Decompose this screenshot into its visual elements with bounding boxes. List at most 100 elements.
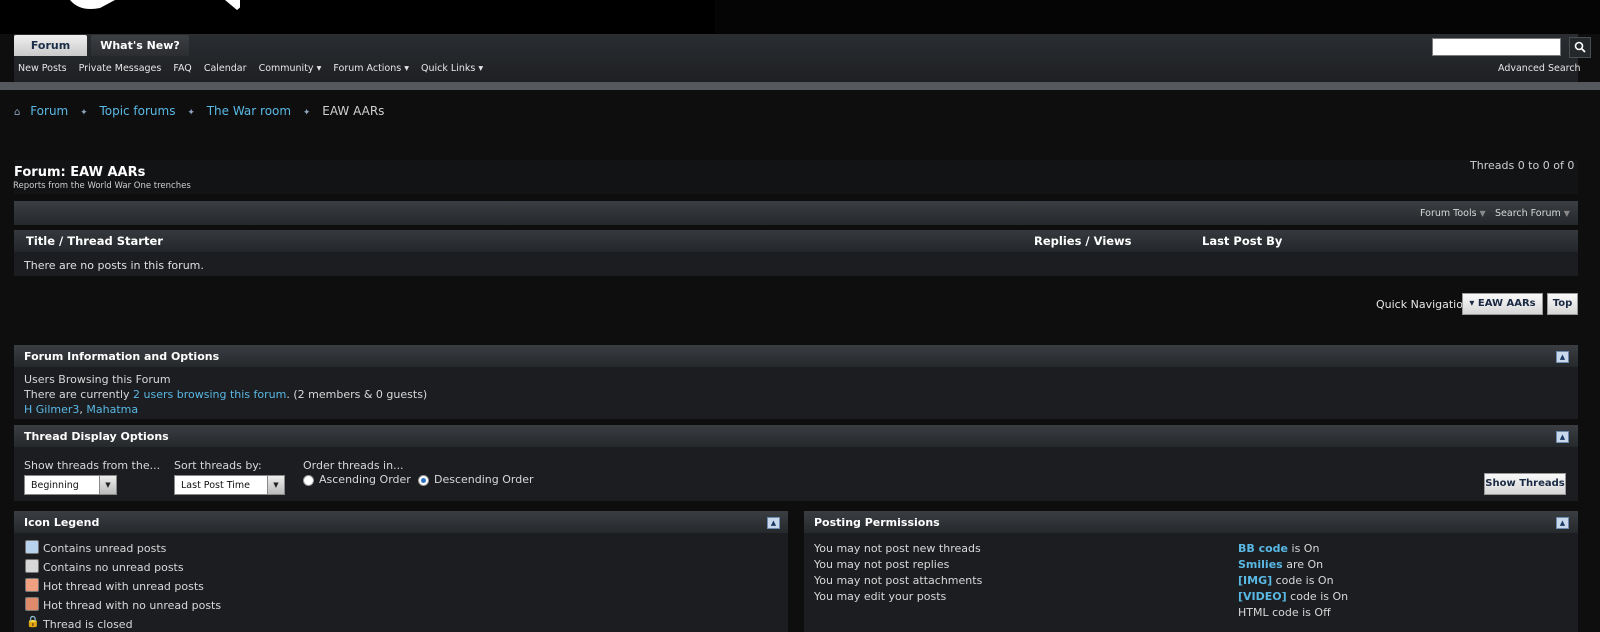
legend-item: Contains unread posts bbox=[43, 542, 167, 555]
descending-order-radio[interactable] bbox=[418, 475, 429, 486]
breadcrumb-forum[interactable]: Forum bbox=[30, 104, 68, 118]
ascending-order-label: Ascending Order bbox=[319, 473, 411, 486]
users-browsing-link[interactable]: 2 users browsing this forum bbox=[133, 388, 286, 401]
advanced-search-link[interactable]: Advanced Search bbox=[1498, 63, 1581, 74]
collapse-icon[interactable]: ▲ bbox=[1556, 351, 1569, 363]
permission-rule: You may not post attachments bbox=[814, 574, 983, 587]
column-replies-views[interactable]: Replies / Views bbox=[1034, 234, 1132, 248]
online-users: H Gilmer3, Mahatma bbox=[24, 403, 139, 416]
descending-order-label: Descending Order bbox=[434, 473, 534, 486]
order-threads-label: Order threads in... bbox=[303, 459, 404, 472]
legend-item: Thread is closed bbox=[43, 618, 133, 631]
forum-info-header bbox=[14, 345, 1578, 367]
page-title: Forum: EAW AARs bbox=[14, 165, 146, 180]
user-link[interactable]: H Gilmer3 bbox=[24, 403, 79, 416]
breadcrumb-separator-icon: ✦ bbox=[302, 108, 311, 118]
legend-item: Hot thread with unread posts bbox=[43, 580, 204, 593]
sort-threads-label: Sort threads by: bbox=[174, 459, 262, 472]
show-threads-from-select[interactable]: Beginning ▼ bbox=[24, 475, 117, 495]
unread-posts-icon bbox=[25, 540, 39, 554]
lock-icon: 🔒 bbox=[26, 615, 40, 628]
show-threads-from-label: Show threads from the... bbox=[24, 459, 161, 472]
search-icon[interactable] bbox=[1569, 37, 1591, 58]
column-last-post[interactable]: Last Post By bbox=[1202, 234, 1282, 248]
icon-legend-title: Icon Legend bbox=[24, 516, 100, 529]
breadcrumb-war-room[interactable]: The War room bbox=[207, 104, 291, 118]
forum-tools-label: Forum Tools bbox=[1420, 208, 1477, 219]
users-browsing-prefix: There are currently bbox=[24, 388, 134, 401]
ascending-order-radio[interactable] bbox=[303, 475, 314, 486]
permission-rule: You may not post new threads bbox=[814, 542, 981, 555]
breadcrumb: ⌂ Forum ✦ Topic forums ✦ The War room ✦ … bbox=[14, 104, 384, 118]
chevron-down-icon: ▼ bbox=[267, 476, 284, 494]
collapse-icon[interactable]: ▲ bbox=[1556, 517, 1569, 529]
legend-item: Hot thread with no unread posts bbox=[43, 599, 222, 612]
breadcrumb-separator-icon: ✦ bbox=[80, 108, 88, 118]
tab-whats-new[interactable]: What's New? bbox=[91, 35, 189, 56]
html-permission: HTML code is Off bbox=[1238, 606, 1331, 619]
chevron-down-icon: ▼ bbox=[99, 476, 116, 494]
sort-threads-value: Last Post Time bbox=[181, 480, 250, 491]
subnav-private-messages[interactable]: Private Messages bbox=[79, 63, 162, 74]
forum-toolbar bbox=[14, 201, 1578, 225]
forum-info-title: Forum Information and Options bbox=[24, 350, 220, 363]
img-code-status: code is On bbox=[1272, 574, 1334, 587]
subnav-new-posts[interactable]: New Posts bbox=[18, 63, 67, 74]
forum-header bbox=[14, 160, 1578, 194]
img-code-link[interactable]: [IMG] bbox=[1238, 574, 1272, 587]
search-forum-label: Search Forum bbox=[1495, 208, 1561, 219]
breadcrumb-topic-forums[interactable]: Topic forums bbox=[99, 104, 175, 118]
thread-count: Threads 0 to 0 of 0 bbox=[1470, 159, 1575, 172]
icon-legend-header bbox=[14, 511, 788, 533]
bbcode-link[interactable]: BB code bbox=[1238, 542, 1288, 555]
site-logo[interactable] bbox=[40, 0, 240, 12]
display-options-title: Thread Display Options bbox=[24, 430, 169, 443]
video-code-link[interactable]: [VIDEO] bbox=[1238, 590, 1287, 603]
tab-forum[interactable]: Forum bbox=[14, 35, 87, 56]
video-permission: [VIDEO] code is On bbox=[1238, 590, 1348, 603]
subnav-forum-actions[interactable]: Forum Actions ▾ bbox=[333, 63, 409, 74]
quick-navigation-select[interactable]: ▾ EAW AARs bbox=[1462, 293, 1543, 315]
posting-permissions-title: Posting Permissions bbox=[814, 516, 940, 529]
banner-band bbox=[715, 0, 1600, 34]
no-unread-posts-icon bbox=[25, 559, 39, 573]
video-code-status: code is On bbox=[1286, 590, 1349, 603]
home-icon[interactable]: ⌂ bbox=[14, 107, 20, 118]
quick-navigation-label: Quick Navigation bbox=[1376, 298, 1470, 311]
subnav-quick-links[interactable]: Quick Links ▾ bbox=[421, 63, 483, 74]
forum-description: Reports from the World War One trenches bbox=[13, 181, 191, 191]
users-browsing-label: Users Browsing this Forum bbox=[24, 373, 171, 386]
search-input[interactable] bbox=[1432, 38, 1561, 56]
chevron-down-icon: ▼ bbox=[1479, 209, 1486, 218]
show-threads-button[interactable]: Show Threads bbox=[1484, 473, 1566, 495]
smilies-permission: Smilies are On bbox=[1238, 558, 1323, 571]
sort-threads-select[interactable]: Last Post Time ▼ bbox=[174, 475, 285, 495]
permission-rule: You may not post replies bbox=[814, 558, 950, 571]
collapse-icon[interactable]: ▲ bbox=[1556, 431, 1569, 443]
subnav-calendar[interactable]: Calendar bbox=[204, 63, 247, 74]
search-forum-menu[interactable]: Search Forum ▼ bbox=[1495, 208, 1570, 219]
top-button[interactable]: Top bbox=[1547, 293, 1578, 315]
user-link[interactable]: Mahatma bbox=[86, 403, 138, 416]
display-options-header bbox=[14, 425, 1578, 447]
threads-table-body bbox=[14, 252, 1578, 276]
bbcode-permission: BB code is On bbox=[1238, 542, 1319, 555]
subnav: New Posts Private Messages FAQ Calendar … bbox=[18, 63, 492, 77]
users-browsing-suffix: . (2 members & 0 guests) bbox=[286, 388, 428, 401]
bbcode-status: is On bbox=[1288, 542, 1320, 555]
collapse-icon[interactable]: ▲ bbox=[767, 517, 780, 529]
forum-tools-menu[interactable]: Forum Tools ▼ bbox=[1420, 208, 1486, 219]
subnav-community[interactable]: Community ▾ bbox=[259, 63, 322, 74]
hot-no-unread-icon bbox=[25, 597, 39, 611]
column-title[interactable]: Title / Thread Starter bbox=[26, 234, 163, 248]
smilies-status: are On bbox=[1282, 558, 1324, 571]
breadcrumb-current: EAW AARs bbox=[322, 104, 385, 118]
smilies-link[interactable]: Smilies bbox=[1238, 558, 1283, 571]
no-posts-message: There are no posts in this forum. bbox=[24, 259, 204, 272]
breadcrumb-separator-icon: ✦ bbox=[187, 108, 195, 118]
subnav-faq[interactable]: FAQ bbox=[173, 63, 191, 74]
legend-item: Contains no unread posts bbox=[43, 561, 184, 574]
permission-rule: You may edit your posts bbox=[814, 590, 947, 603]
navbar-divider bbox=[0, 82, 1600, 90]
hot-unread-icon bbox=[25, 578, 39, 592]
